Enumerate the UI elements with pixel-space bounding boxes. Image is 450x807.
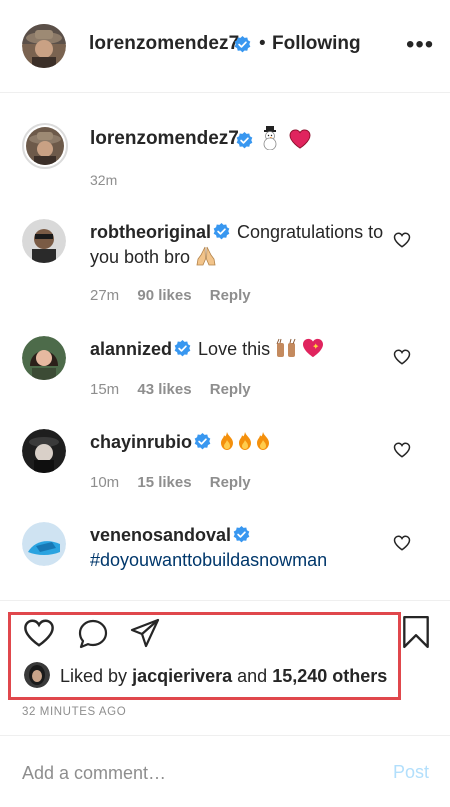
- comment-text: chayinrubio: [90, 430, 385, 458]
- comment-text: alannized Love this: [90, 337, 385, 365]
- comment-username[interactable]: robtheoriginal: [90, 222, 211, 242]
- add-comment-section: Post: [0, 735, 450, 807]
- comment-username[interactable]: chayinrubio: [90, 432, 192, 452]
- like-heart-icon[interactable]: [22, 618, 56, 653]
- reply-button[interactable]: Reply: [210, 287, 251, 304]
- comment-text: robtheoriginal Congratulations to you bo…: [90, 220, 385, 273]
- hashtag-link[interactable]: #doyouwanttobuildasnowman: [90, 550, 327, 570]
- comment-likes[interactable]: 90 likes: [137, 287, 191, 304]
- save-bookmark-icon[interactable]: [400, 615, 432, 654]
- more-options-icon[interactable]: •••: [406, 33, 434, 57]
- liked-by-and: and: [237, 666, 268, 686]
- comment-meta: 27m 90 likes Reply: [90, 287, 265, 304]
- verified-badge-icon: [174, 339, 191, 357]
- like-comment-heart-icon[interactable]: [393, 441, 411, 459]
- comment-timestamp: 10m: [90, 474, 120, 491]
- verified-badge-icon: [213, 222, 230, 240]
- comment-username[interactable]: venenosandoval: [90, 525, 231, 545]
- like-comment-heart-icon[interactable]: [393, 348, 411, 366]
- comment-username[interactable]: alannized: [90, 339, 172, 359]
- fire-icon: [218, 431, 236, 458]
- liked-by-user[interactable]: jacqierivera: [132, 666, 232, 686]
- verified-badge-icon: [234, 36, 251, 58]
- header-avatar[interactable]: [22, 24, 66, 68]
- verified-badge-icon: [236, 132, 253, 154]
- avatar[interactable]: [22, 522, 66, 566]
- avatar[interactable]: [22, 429, 66, 473]
- post-header: lorenzomendez7 • Following •••: [0, 0, 450, 93]
- liked-by-others[interactable]: 15,240 others: [272, 666, 387, 686]
- caption-username[interactable]: lorenzomendez7: [90, 128, 239, 150]
- comment-meta: 15m 43 likes Reply: [90, 381, 265, 398]
- separator-dot: •: [259, 33, 266, 54]
- comment-timestamp: 27m: [90, 287, 120, 304]
- add-comment-input[interactable]: [22, 760, 362, 786]
- like-comment-heart-icon[interactable]: [393, 534, 411, 552]
- header-username[interactable]: lorenzomendez7: [89, 33, 239, 55]
- raised-hands-icon: [275, 338, 297, 365]
- caption-timestamp: 32m: [90, 172, 118, 188]
- verified-badge-icon: [233, 525, 250, 543]
- snowman-icon: [259, 126, 281, 155]
- avatar[interactable]: [22, 219, 66, 263]
- comment-likes[interactable]: 43 likes: [137, 381, 191, 398]
- post-button[interactable]: Post: [393, 762, 429, 783]
- comment-likes[interactable]: 15 likes: [137, 474, 191, 491]
- reply-button[interactable]: Reply: [210, 474, 251, 491]
- caption-avatar[interactable]: [22, 123, 68, 169]
- fire-icon: [236, 431, 254, 458]
- comment-text: venenosandoval #doyouwanttobuildasnowman: [90, 523, 385, 573]
- comment-bubble-icon[interactable]: [76, 618, 110, 655]
- following-button[interactable]: Following: [272, 33, 361, 55]
- comment-body: Love this: [198, 339, 271, 359]
- avatar[interactable]: [22, 336, 66, 380]
- liked-by-prefix: Liked by: [60, 666, 128, 686]
- action-bar-divider: [0, 600, 450, 601]
- folded-hands-icon: [195, 246, 217, 273]
- comment-meta: 10m 15 likes Reply: [90, 474, 265, 491]
- red-heart-icon: [289, 129, 311, 154]
- comment-timestamp: 15m: [90, 381, 120, 398]
- like-comment-heart-icon[interactable]: [393, 231, 411, 249]
- liked-by-text: Liked by jacqierivera and 15,240 others: [60, 666, 387, 687]
- sparkling-heart-icon: [302, 338, 324, 365]
- reply-button[interactable]: Reply: [210, 381, 251, 398]
- share-direct-icon[interactable]: [128, 617, 162, 654]
- post-timestamp[interactable]: 32 MINUTES AGO: [22, 706, 126, 718]
- fire-icon: [254, 431, 272, 458]
- liked-by-avatar[interactable]: [24, 662, 50, 688]
- verified-badge-icon: [194, 432, 211, 450]
